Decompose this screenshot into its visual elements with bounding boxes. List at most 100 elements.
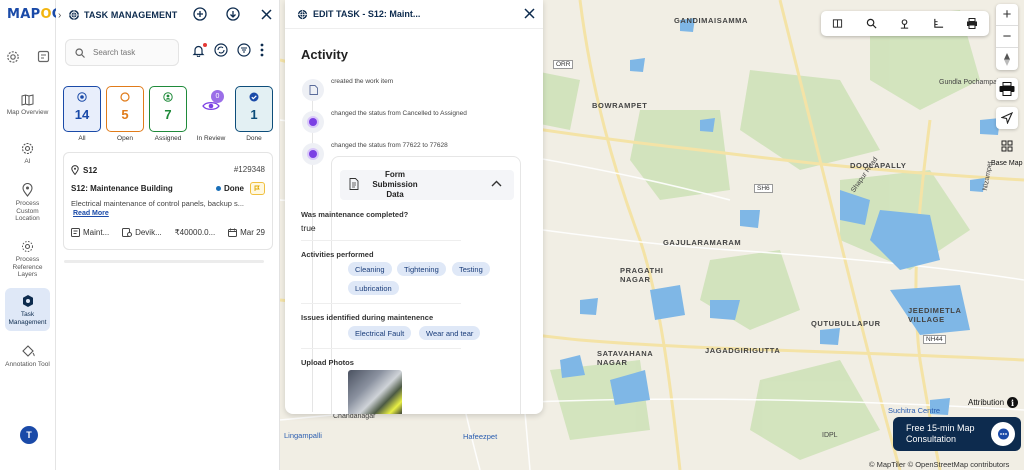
map-print-icon[interactable] — [965, 17, 979, 31]
notification-bell-icon[interactable] — [192, 42, 207, 60]
zoom-out-button[interactable]: − — [996, 26, 1018, 48]
status-label: Done — [246, 135, 262, 142]
map-search-icon[interactable] — [864, 17, 878, 31]
task-meta: Maint... Devik... ₹40000.0... Mar 29 — [71, 228, 265, 237]
task-panel-title: TASK MANAGEMENT — [84, 10, 178, 20]
nav-ai[interactable]: AI — [5, 142, 50, 166]
uploaded-photo-thumbnail[interactable] — [348, 370, 402, 414]
edit-task-title: EDIT TASK - S12: Maint... — [313, 9, 421, 19]
nav-annotation-tool[interactable]: Annotation Tool — [5, 345, 50, 369]
status-count: 7 — [164, 107, 172, 122]
activity-entry: changed the status from Cancelled to Ass… — [331, 110, 467, 117]
collapse-chevron-icon[interactable]: › — [58, 10, 66, 21]
map-measure-icon[interactable] — [932, 17, 946, 31]
status-count: 5 — [121, 107, 129, 122]
attribution-toggle[interactable]: Attribution i — [968, 397, 1019, 408]
priority-flag-icon[interactable] — [250, 182, 265, 195]
basemap-layers-icon[interactable] — [996, 135, 1018, 157]
print-tool-icon[interactable] — [996, 78, 1018, 100]
task-globe-icon — [69, 10, 79, 20]
status-label: Open — [117, 135, 133, 142]
basemap-label[interactable]: Base Map — [991, 160, 1023, 167]
notes-icon[interactable] — [37, 50, 50, 67]
nav-label: Process Custom Location — [15, 200, 40, 222]
map-label-suchitra: Suchitra Centre — [888, 406, 941, 415]
map-label-gajularamaram: GAJULARAMARAM — [663, 238, 742, 247]
answer-chip: Testing — [452, 262, 490, 276]
status-assigned-card[interactable]: 7 — [149, 86, 187, 132]
compass-icon[interactable] — [996, 48, 1018, 70]
nav-label: Task Management — [8, 311, 47, 326]
map-location-pin-icon[interactable] — [898, 17, 912, 31]
assigned-tasks-icon — [163, 92, 173, 102]
mapog-logo[interactable]: MAPOG — [7, 7, 63, 22]
road-badge-orr: ORR — [553, 60, 574, 69]
ai-icon — [21, 142, 34, 155]
task-title: S12: Maintenance Building — [71, 184, 173, 193]
nav-map-overview[interactable]: Map Overview — [5, 94, 50, 117]
chat-icon — [991, 422, 1015, 446]
map-overview-icon — [21, 94, 34, 106]
search-icon — [75, 47, 85, 58]
task-status-badge: Done — [216, 184, 244, 193]
consultation-button[interactable]: Free 15-min Map Consultation — [893, 417, 1021, 451]
nav-process-reference-layers[interactable]: Process Reference Layers — [5, 240, 50, 279]
read-more-link[interactable]: Read More — [73, 210, 109, 217]
edit-task-panel: EDIT TASK - S12: Maint... Activity creat… — [285, 0, 543, 414]
answer-chip: Electrical Fault — [348, 326, 412, 340]
search-input[interactable] — [93, 48, 173, 57]
open-tasks-icon — [120, 92, 130, 102]
download-button[interactable] — [226, 7, 240, 21]
horizontal-scrollbar[interactable] — [64, 260, 264, 263]
nav-process-custom-location[interactable]: Process Custom Location — [5, 183, 50, 223]
nav-task-management[interactable]: Task Management — [5, 288, 50, 331]
task-id: #129348 — [233, 165, 265, 174]
status-done-card[interactable]: 1 — [235, 86, 273, 132]
status-count: 14 — [74, 107, 90, 122]
status-change-dot — [309, 118, 317, 126]
close-panel-button[interactable] — [259, 7, 273, 21]
nav-label: Map Overview — [6, 109, 49, 116]
zoom-in-button[interactable]: + — [996, 4, 1018, 26]
road-badge-nh44: NH44 — [923, 335, 946, 344]
task-amount: ₹40000.0... — [174, 228, 216, 237]
status-open-card[interactable]: 5 — [106, 86, 144, 132]
status-in-review-card[interactable]: 0 — [192, 86, 230, 132]
map-label-hafeezpet: Hafeezpet — [463, 432, 498, 441]
calendar-icon — [228, 228, 238, 237]
form-submission-title: Form Submission Data — [372, 170, 418, 199]
form-submission-header[interactable]: Form Submission Data — [340, 170, 514, 200]
paint-bucket-icon — [21, 345, 35, 357]
map-label-lingampalli: Lingampalli — [284, 431, 322, 440]
map-label-jagadgiri: JAGADGIRIGUTTA — [705, 346, 781, 355]
status-label: Assigned — [154, 135, 182, 142]
status-label: In Review — [196, 135, 226, 142]
close-edit-panel-button[interactable] — [524, 8, 535, 21]
map-label-jeedimetla: JEEDIMETLA VILLAGE — [908, 306, 962, 324]
notification-dot — [203, 42, 207, 47]
sync-icon[interactable] — [214, 43, 228, 60]
task-globe-icon — [297, 9, 308, 19]
more-options-icon[interactable] — [260, 43, 264, 60]
status-count: 1 — [250, 107, 258, 122]
navigate-arrow-icon[interactable] — [996, 107, 1018, 129]
map-book-icon[interactable] — [831, 17, 845, 31]
search-box — [65, 39, 179, 66]
user-avatar[interactable]: T — [20, 426, 38, 444]
add-task-button[interactable] — [193, 7, 207, 21]
answer-chip: Wear and tear — [419, 326, 481, 340]
task-location-label: S12 — [83, 165, 98, 175]
settings-icon[interactable] — [6, 50, 20, 67]
status-all-card[interactable]: 14 — [63, 86, 101, 132]
task-card-header: S12 #129348 — [71, 165, 265, 175]
form-question: Was maintenance completed? — [301, 210, 409, 219]
location-pin-icon — [22, 183, 33, 197]
task-card[interactable]: S12 #129348 S12: Maintenance Building Do… — [63, 152, 273, 250]
filter-icon[interactable] — [237, 43, 251, 60]
document-icon — [309, 85, 318, 95]
form-icon — [71, 228, 80, 237]
map-label-satavahana: SATAVAHANA NAGAR — [597, 349, 653, 367]
answer-chip: Lubrication — [348, 281, 399, 295]
map-credit: © MapTiler © OpenStreetMap contributors — [869, 460, 1010, 469]
activity-entry: changed the status from 77622 to 77628 — [331, 142, 448, 149]
